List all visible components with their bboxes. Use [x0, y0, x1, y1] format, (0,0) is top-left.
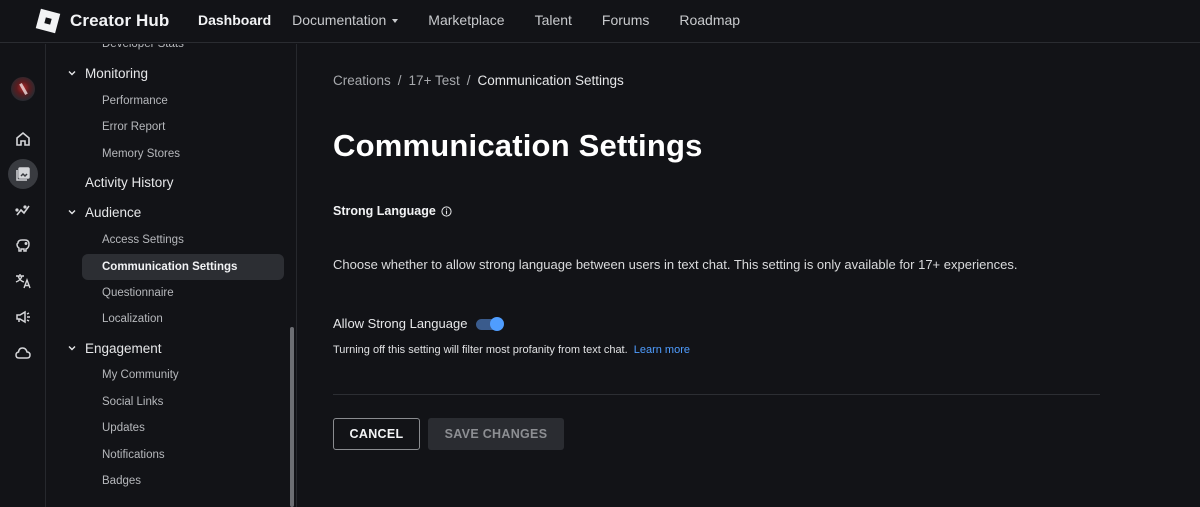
sidebar-item-memory-stores[interactable]: Memory Stores [47, 148, 296, 160]
sidebar-item-localization[interactable]: Localization [47, 313, 296, 325]
roblox-logo-icon[interactable] [35, 8, 61, 34]
setting-description: Choose whether to allow strong language … [333, 257, 1018, 272]
home-icon[interactable] [8, 124, 38, 154]
breadcrumb-experience[interactable]: 17+ Test [409, 73, 460, 88]
breadcrumb-separator: / [466, 73, 471, 88]
breadcrumb-current: Communication Settings [477, 73, 624, 88]
toggle-label: Allow Strong Language [333, 316, 468, 331]
nav-roadmap[interactable]: Roadmap [679, 12, 740, 28]
sidebar-group-label: Monitoring [85, 66, 149, 81]
sidebar-group-label: Engagement [85, 341, 162, 356]
sidebar-item-communication-settings[interactable]: Communication Settings [82, 254, 284, 280]
section-title-text: Strong Language [333, 204, 436, 218]
sidebar-item-access-settings[interactable]: Access Settings [47, 234, 296, 246]
sidebar-group-engagement[interactable]: Engagement [47, 341, 296, 356]
save-changes-button[interactable]: SAVE CHANGES [428, 418, 564, 450]
analytics-icon[interactable] [8, 195, 38, 225]
breadcrumb-separator: / [397, 73, 402, 88]
sidebar-group-label: Audience [85, 205, 142, 220]
cloud-icon[interactable] [8, 338, 38, 368]
learn-more-link[interactable]: Learn more [634, 344, 690, 356]
nav-documentation[interactable]: Documentation [292, 12, 399, 28]
icon-rail [0, 44, 46, 507]
sidebar-nav: Developer Stats Monitoring Performance E… [47, 44, 297, 507]
nav-dashboard[interactable]: Dashboard [198, 12, 271, 28]
chevron-down-icon [68, 71, 76, 76]
helper-text-body: Turning off this setting will filter mos… [333, 344, 628, 356]
main-content: Creations / 17+ Test / Communication Set… [298, 44, 1200, 507]
sidebar-item-updates[interactable]: Updates [47, 422, 296, 434]
sidebar-item-notifications[interactable]: Notifications [47, 449, 296, 461]
sidebar-scrollbar[interactable] [290, 327, 294, 507]
breadcrumb: Creations / 17+ Test / Communication Set… [333, 73, 624, 88]
sidebar-group-monitoring[interactable]: Monitoring [47, 66, 296, 81]
nav-marketplace[interactable]: Marketplace [428, 12, 504, 28]
nav-forums[interactable]: Forums [602, 12, 649, 28]
translate-icon[interactable] [8, 266, 38, 296]
experience-avatar[interactable] [11, 77, 35, 101]
sidebar-item-performance[interactable]: Performance [47, 95, 296, 107]
top-navigation-bar: Creator Hub Dashboard Documentation Mark… [0, 0, 1200, 43]
sidebar-item-my-community[interactable]: My Community [47, 369, 296, 381]
allow-strong-language-row: Allow Strong Language [333, 316, 505, 331]
sidebar-item-social-links[interactable]: Social Links [47, 396, 296, 408]
sidebar-item-developer-stats[interactable]: Developer Stats [47, 44, 296, 50]
megaphone-icon[interactable] [8, 302, 38, 332]
creations-icon[interactable] [8, 159, 38, 189]
main-nav: Dashboard Documentation Marketplace Tale… [198, 12, 770, 28]
nav-talent[interactable]: Talent [535, 12, 572, 28]
allow-strong-language-toggle[interactable] [476, 316, 505, 331]
breadcrumb-creations[interactable]: Creations [333, 73, 391, 88]
brand-title[interactable]: Creator Hub [70, 11, 169, 31]
chevron-down-icon [68, 210, 76, 215]
info-icon[interactable] [441, 205, 452, 217]
caret-down-icon [392, 18, 399, 23]
cancel-button[interactable]: CANCEL [333, 418, 420, 450]
chevron-down-icon [68, 346, 76, 351]
section-title: Strong Language [333, 204, 452, 218]
sidebar-item-activity-history[interactable]: Activity History [47, 175, 296, 190]
nav-documentation-label: Documentation [292, 12, 387, 28]
divider [333, 394, 1100, 395]
sidebar-item-badges[interactable]: Badges [47, 475, 296, 487]
monetization-icon[interactable] [8, 230, 38, 260]
sidebar-item-questionnaire[interactable]: Questionnaire [47, 287, 296, 299]
toggle-knob [490, 316, 505, 331]
helper-text: Turning off this setting will filter mos… [333, 344, 690, 356]
page-title: Communication Settings [333, 128, 703, 163]
sidebar-group-audience[interactable]: Audience [47, 205, 296, 220]
sidebar-item-error-report[interactable]: Error Report [47, 121, 296, 133]
